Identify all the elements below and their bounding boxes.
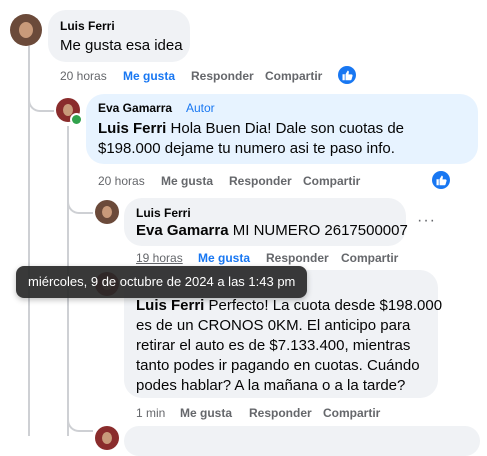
author-badge: Autor	[186, 101, 215, 115]
share-button[interactable]: Compartir	[265, 69, 322, 83]
thumbs-up-icon	[342, 70, 353, 81]
reaction-badge[interactable]	[432, 171, 450, 189]
share-button[interactable]: Compartir	[323, 406, 380, 420]
comment-author-name[interactable]: Luis Ferri	[136, 206, 191, 220]
mention-link[interactable]: Luis Ferri	[136, 297, 204, 314]
reply-button[interactable]: Responder	[191, 69, 254, 83]
online-status-dot	[72, 115, 81, 124]
comment-bubble-5-partial	[124, 426, 480, 456]
avatar-luis-ferri[interactable]	[95, 200, 119, 224]
avatar-face	[19, 22, 33, 38]
comment-bubble-2: Eva Gamarra Autor Luis Ferri Hola Buen D…	[86, 94, 478, 164]
like-button[interactable]: Me gusta	[161, 174, 213, 188]
thread-elbow-1	[28, 88, 54, 112]
avatar-face	[102, 432, 112, 444]
reply-button[interactable]: Responder	[266, 251, 329, 265]
comment-timestamp[interactable]: 1 min	[136, 406, 165, 420]
more-options-icon[interactable]: ···	[417, 212, 436, 230]
comment-text-line: $198.000 dejame tu numero asi te paso in…	[98, 140, 395, 157]
reaction-badge[interactable]	[338, 66, 356, 84]
comment-text-line: retirar el auto es de $7.133.400, mientr…	[136, 337, 411, 354]
timestamp-tooltip: miércoles, 9 de octubre de 2024 a las 1:…	[16, 266, 308, 298]
avatar-face	[102, 206, 112, 218]
comment-bubble-3: Luis Ferri Eva Gamarra MI NUMERO 2617500…	[124, 198, 408, 246]
like-button[interactable]: Me gusta	[198, 251, 250, 265]
avatar-face	[63, 104, 73, 116]
comment-timestamp[interactable]: 19 horas	[136, 251, 183, 265]
thumbs-up-icon	[436, 175, 447, 186]
comment-text: Luis Ferri Hola Buen Dia! Dale son cuota…	[98, 119, 404, 159]
comment-text-line: Perfecto! La cuota desde $198.000	[204, 297, 443, 314]
comment-author-name[interactable]: Luis Ferri	[60, 19, 115, 33]
mention-link[interactable]: Eva Gamarra	[136, 222, 229, 239]
comment-text: Luis Ferri Perfecto! La cuota desde $198…	[136, 296, 442, 396]
thread-elbow-2	[67, 192, 93, 214]
reply-button[interactable]: Responder	[249, 406, 312, 420]
comment-author-name[interactable]: Eva Gamarra	[98, 101, 172, 115]
comment-bubble-1: Luis Ferri Me gusta esa idea	[48, 10, 190, 62]
mention-link[interactable]: Luis Ferri	[98, 120, 166, 137]
share-button[interactable]: Compartir	[341, 251, 398, 265]
comment-text-line: es de un CRONOS 0KM. El anticipo para	[136, 317, 411, 334]
comment-timestamp[interactable]: 20 horas	[98, 174, 145, 188]
thread-elbow-4	[67, 408, 93, 432]
comment-text-line: podes hablar? A la mañana o a la tarde?	[136, 377, 406, 394]
like-button[interactable]: Me gusta	[180, 406, 232, 420]
like-button[interactable]: Me gusta	[123, 69, 175, 83]
comment-text: Me gusta esa idea	[60, 37, 183, 54]
avatar-eva-gamarra[interactable]	[95, 426, 119, 450]
comment-timestamp[interactable]: 20 horas	[60, 69, 107, 83]
comment-text-line: MI NUMERO 2617500007	[228, 222, 408, 239]
avatar-luis-ferri[interactable]	[10, 14, 42, 46]
comment-text-line: Hola Buen Dia! Dale son cuotas de	[166, 120, 405, 137]
share-button[interactable]: Compartir	[303, 174, 360, 188]
reply-button[interactable]: Responder	[229, 174, 292, 188]
comment-text-line: tanto podes ir pagando en cuotas. Cuándo	[136, 357, 420, 374]
comment-text: Eva Gamarra MI NUMERO 2617500007	[136, 221, 408, 241]
